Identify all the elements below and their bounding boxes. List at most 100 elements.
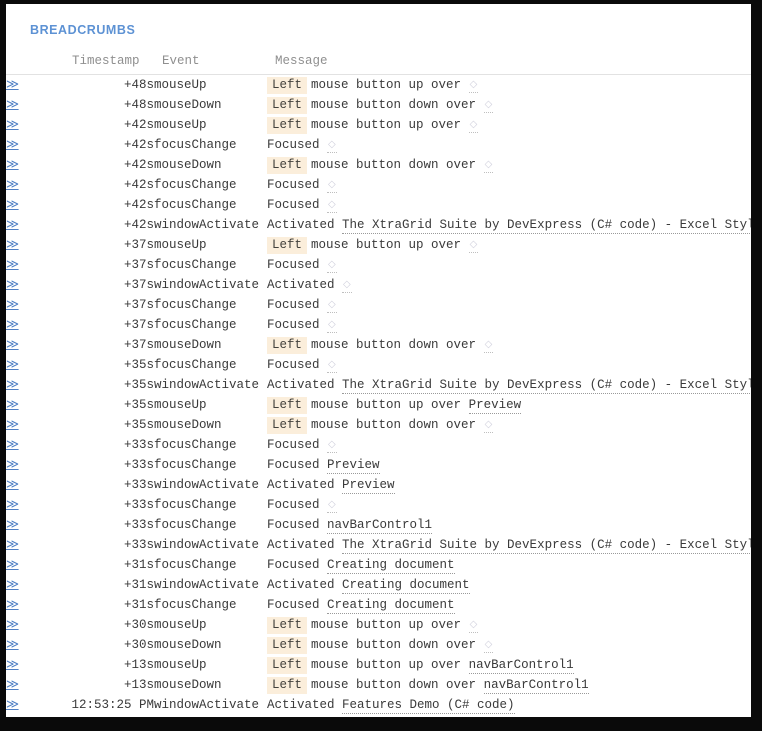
expand-details-link[interactable]: ≫ <box>6 138 19 152</box>
expand-details-link[interactable]: ≫ <box>6 318 19 332</box>
message-content: Focused ◇ <box>267 195 751 215</box>
expand-details-link[interactable]: ≫ <box>6 278 19 292</box>
table-row: ≫+33sfocusChangeFocused ◇ <box>6 435 751 455</box>
target-element-name: Preview <box>342 478 395 494</box>
message-text: Focused <box>267 498 320 512</box>
unnamed-target-diamond-icon: ◇ <box>327 439 337 453</box>
breadcrumb-expand-cell: ≫ <box>6 595 68 615</box>
expand-details-link[interactable]: ≫ <box>6 178 19 192</box>
message-text: Focused <box>267 558 320 572</box>
expand-details-link[interactable]: ≫ <box>6 418 19 432</box>
expand-details-link[interactable]: ≫ <box>6 198 19 212</box>
unnamed-target-diamond-icon: ◇ <box>327 319 337 333</box>
message-content: Leftmouse button down over ◇ <box>267 335 751 355</box>
expand-details-link[interactable]: ≫ <box>6 458 19 472</box>
expand-details-link[interactable]: ≫ <box>6 78 19 92</box>
expand-details-link[interactable]: ≫ <box>6 258 19 272</box>
table-row: ≫+30smouseDownLeftmouse button down over… <box>6 635 751 655</box>
expand-details-link[interactable]: ≫ <box>6 98 19 112</box>
expand-details-link[interactable]: ≫ <box>6 638 19 652</box>
expand-details-link[interactable]: ≫ <box>6 338 19 352</box>
message-text: mouse button down over <box>311 98 476 112</box>
message-cell: Focused ◇ <box>267 135 751 155</box>
timestamp-cell: +48s <box>68 95 154 115</box>
timestamp-cell: +37s <box>68 275 154 295</box>
event-cell: mouseUp <box>154 235 267 255</box>
expand-details-link[interactable]: ≫ <box>6 358 19 372</box>
expand-details-link[interactable]: ≫ <box>6 158 19 172</box>
message-content: Focused ◇ <box>267 255 751 275</box>
expand-details-link[interactable]: ≫ <box>6 378 19 392</box>
table-row: ≫+35smouseUpLeftmouse button up over Pre… <box>6 395 751 415</box>
breadcrumb-expand-cell: ≫ <box>6 75 68 96</box>
breadcrumb-expand-cell: ≫ <box>6 495 68 515</box>
breadcrumb-expand-cell: ≫ <box>6 455 68 475</box>
target-element-name: Features Demo (C# code) <box>342 698 515 714</box>
message-cell: Leftmouse button down over ◇ <box>267 335 751 355</box>
expand-details-link[interactable]: ≫ <box>6 498 19 512</box>
message-cell: Leftmouse button up over Preview <box>267 395 751 415</box>
unnamed-target-diamond-icon: ◇ <box>484 639 494 653</box>
expand-details-link[interactable]: ≫ <box>6 298 19 312</box>
expand-details-link[interactable]: ≫ <box>6 398 19 412</box>
expand-details-link[interactable]: ≫ <box>6 118 19 132</box>
table-row: ≫+33sfocusChangeFocused ◇ <box>6 495 751 515</box>
expand-details-link[interactable]: ≫ <box>6 538 19 552</box>
table-row: ≫+42sfocusChangeFocused ◇ <box>6 135 751 155</box>
message-text: Focused <box>267 318 320 332</box>
target-element-name: navBarControl1 <box>484 678 589 694</box>
timestamp-cell: +37s <box>68 255 154 275</box>
expand-details-link[interactable]: ≫ <box>6 678 19 692</box>
event-cell: mouseDown <box>154 95 267 115</box>
breadcrumb-expand-cell: ≫ <box>6 395 68 415</box>
expand-details-link[interactable]: ≫ <box>6 218 19 232</box>
timestamp-cell: +30s <box>68 615 154 635</box>
message-cell: Leftmouse button down over ◇ <box>267 635 751 655</box>
timestamp-cell: +33s <box>68 495 154 515</box>
unnamed-target-diamond-icon: ◇ <box>484 159 494 173</box>
breadcrumb-expand-cell: ≫ <box>6 135 68 155</box>
table-header-row: Timestamp Event Message <box>6 51 751 75</box>
message-cell: Activated The XtraGrid Suite by DevExpre… <box>267 375 751 395</box>
expand-details-link[interactable]: ≫ <box>6 578 19 592</box>
event-cell: focusChange <box>154 135 267 155</box>
mouse-button-badge: Left <box>267 397 307 414</box>
table-row: ≫+37sfocusChangeFocused ◇ <box>6 255 751 275</box>
expand-details-link[interactable]: ≫ <box>6 698 19 712</box>
table-row: ≫ +37smouseDownLeftmouse button down over… <box>6 335 751 355</box>
message-content: Activated The XtraGrid Suite by DevExpre… <box>267 375 751 395</box>
expand-details-link[interactable]: ≫ <box>6 238 19 252</box>
message-cell: Leftmouse button up over ◇ <box>267 75 751 96</box>
timestamp-cell: +35s <box>68 395 154 415</box>
timestamp-cell: 12:53:25 PM <box>68 695 154 715</box>
expand-details-link[interactable]: ≫ <box>6 518 19 532</box>
expand-details-link[interactable]: ≫ <box>6 558 19 572</box>
message-cell: Focused ◇ <box>267 295 751 315</box>
mouse-button-badge: Left <box>267 77 307 94</box>
timestamp-cell: +37s <box>68 315 154 335</box>
message-content: Activated The XtraGrid Suite by DevExpre… <box>267 535 751 555</box>
event-cell: focusChange <box>154 515 267 535</box>
timestamp-cell: +35s <box>68 355 154 375</box>
timestamp-cell: +13s <box>68 655 154 675</box>
message-content: Leftmouse button up over Preview <box>267 395 751 415</box>
event-cell: focusChange <box>154 295 267 315</box>
message-cell: Leftmouse button up over ◇ <box>267 115 751 135</box>
message-text: mouse button up over <box>311 618 461 632</box>
mouse-button-badge: Left <box>267 617 307 634</box>
expand-details-link[interactable]: ≫ <box>6 618 19 632</box>
mouse-button-badge: Left <box>267 97 307 114</box>
mouse-button-badge: Left <box>267 417 307 434</box>
message-cell: Leftmouse button up over navBarControl1 <box>267 655 751 675</box>
expand-details-link[interactable]: ≫ <box>6 438 19 452</box>
timestamp-cell: +37s <box>68 335 154 355</box>
expand-details-link[interactable]: ≫ <box>6 478 19 492</box>
breadcrumb-expand-cell: ≫ <box>6 475 68 495</box>
expand-details-link[interactable]: ≫ <box>6 658 19 672</box>
timestamp-cell: +33s <box>68 435 154 455</box>
event-cell: mouseDown <box>154 335 267 355</box>
breadcrumb-expand-cell: ≫ <box>6 95 68 115</box>
expand-details-link[interactable]: ≫ <box>6 598 19 612</box>
event-cell: windowActivate <box>154 475 267 495</box>
target-element-name: Creating document <box>342 578 470 594</box>
